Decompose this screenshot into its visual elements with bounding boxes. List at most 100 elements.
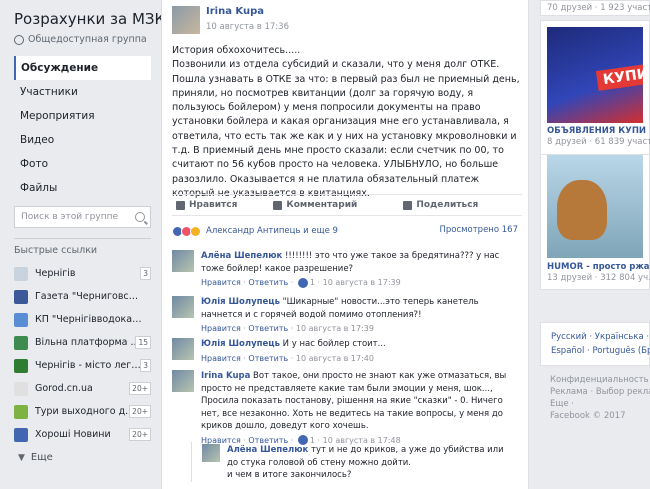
comment-like-link[interactable]: Нравится	[201, 324, 241, 333]
comment-button[interactable]: Комментарий	[273, 200, 357, 210]
share-button[interactable]: Поделиться	[403, 200, 478, 210]
like-badge-icon	[297, 277, 308, 288]
comment-reply-link[interactable]: Ответить	[248, 354, 288, 363]
globe-icon	[14, 34, 24, 45]
search-icon[interactable]	[135, 212, 145, 222]
group-icon	[14, 404, 28, 419]
comment: Юлія Шолупець И у нас бойлер стоит... Нр…	[172, 338, 522, 366]
group-icon	[14, 312, 28, 327]
nav-photos[interactable]: Фото	[14, 152, 151, 176]
comment-avatar[interactable]	[172, 338, 194, 360]
notification-count-badge: 3	[140, 267, 151, 280]
group-search-input[interactable]: Поиск в этой группе	[14, 206, 151, 228]
quick-link-label: Газета "Черниговские ...	[35, 291, 143, 302]
nav-events[interactable]: Мероприятия	[14, 104, 151, 128]
comment-date[interactable]: 10 августа в 17:39	[323, 278, 401, 287]
quick-link-item[interactable]: Хороші Новини 20+	[14, 423, 151, 446]
more-link[interactable]: ▼ Еще	[18, 452, 53, 463]
group-icon	[14, 381, 28, 396]
quick-link-item[interactable]: Тури выходного д... 20+	[14, 400, 151, 423]
post-author[interactable]: Irina Kupa	[206, 6, 264, 17]
like-button[interactable]: Нравится	[176, 200, 237, 210]
comment-author[interactable]: Юлія Шолупець	[201, 339, 280, 349]
views-count: Просмотрено 167	[439, 225, 518, 235]
humor-group-title[interactable]: HUMOR - просто ржа...	[541, 258, 650, 272]
humor-banner-image[interactable]	[547, 155, 643, 258]
nav-videos[interactable]: Видео	[14, 128, 151, 152]
quick-link-item[interactable]: Чернігів - місто легенд 3	[14, 354, 151, 377]
comment-avatar[interactable]	[202, 444, 220, 462]
comment-meta: Нравится · Ответить · 10 августа в 17:40	[201, 353, 374, 363]
nav-files[interactable]: Файлы	[14, 176, 151, 200]
comment-like-link[interactable]: Нравится	[201, 278, 241, 287]
group-title[interactable]: Розрахунки за МЗК	[14, 10, 165, 28]
humor-group-meta: 13 друзей · 312 804 уч...	[547, 273, 650, 283]
notification-count-badge: 3	[140, 359, 151, 372]
reply-thread-line	[191, 442, 192, 482]
suggested-group-ads[interactable]: КУПИ ОБЪЯВЛЕНИЯ КУПИ 8 друзей · 61 839 у…	[540, 20, 650, 155]
left-sidebar: Розрахунки за МЗК Общедоступная группа О…	[0, 0, 165, 489]
comment-reply-link[interactable]: Ответить	[248, 324, 288, 333]
author-avatar[interactable]	[172, 6, 200, 34]
comment-meta: Нравится · Ответить · 1 · 10 августа в 1…	[201, 277, 401, 288]
ad-banner-label: КУПИ	[595, 63, 643, 91]
comment-author[interactable]: Irina Kupa	[201, 371, 250, 381]
comment: Алёна Шепелюк !!!!!!!! это что уже такое…	[172, 250, 522, 290]
language-links[interactable]: Русский · Українська · Бел...	[551, 332, 650, 342]
language-box: Русский · Українська · Бел... Español · …	[540, 322, 650, 366]
group-icon	[14, 427, 28, 442]
comment-author[interactable]: Алёна Шепелюк	[227, 445, 308, 455]
nav-members[interactable]: Участники	[14, 80, 151, 104]
quick-link-label: Gorod.cn.ua	[35, 383, 93, 394]
comment-author[interactable]: Алёна Шепелюк	[201, 251, 282, 261]
bear-image	[557, 180, 607, 240]
quick-link-item[interactable]: Вільна платформа ... 15	[14, 331, 151, 354]
quick-link-label: КП "Чернігівводоканал"	[35, 314, 143, 325]
quick-link-label: Чернігів - місто легенд	[35, 360, 143, 371]
group-icon	[14, 266, 28, 281]
footer-ads[interactable]: Реклама · Выбор реклам...	[550, 386, 650, 398]
comment-date[interactable]: 10 августа в 17:39	[296, 324, 374, 333]
group-icon	[14, 335, 28, 350]
group-icon	[14, 358, 28, 373]
comment-avatar[interactable]	[172, 296, 194, 318]
comment: Юлія Шолупець "Шикарные" новости...это т…	[172, 296, 522, 336]
ad-group-title[interactable]: ОБЪЯВЛЕНИЯ КУПИ	[541, 123, 649, 136]
footer-privacy[interactable]: Конфиденциальность ·	[550, 374, 650, 386]
notification-count-badge: 15	[135, 336, 151, 349]
quick-link-item[interactable]: Газета "Черниговские ...	[14, 285, 151, 308]
quick-link-item[interactable]: КП "Чернігівводоканал"	[14, 308, 151, 331]
comment-avatar[interactable]	[172, 250, 194, 272]
footer-copyright: Facebook © 2017	[550, 411, 626, 421]
quick-link-item[interactable]: Чернігів 3	[14, 262, 151, 285]
comment-like-link[interactable]: Нравится	[201, 354, 241, 363]
quick-link-label: Тури выходного д...	[35, 406, 135, 417]
ad-banner-image[interactable]: КУПИ	[547, 27, 643, 123]
reactions-summary[interactable]: Александр Антипець и еще 9 Просмотрено 1…	[172, 224, 522, 238]
quick-link-label: Вільна платформа ...	[35, 337, 140, 348]
group-nav: Обсуждение Участники Мероприятия Видео Ф…	[14, 56, 151, 200]
comment-date[interactable]: 10 августа в 17:40	[296, 354, 374, 363]
chevron-down-icon: ▼	[18, 452, 25, 463]
notification-count-badge: 20+	[129, 382, 151, 395]
ad-group-meta: 8 друзей · 61 839 участ...	[547, 137, 650, 147]
post-action-bar: Нравится Комментарий Поделиться	[172, 194, 522, 216]
quick-links-list: Чернігів 3 Газета "Черниговские ... КП "Чер…	[14, 262, 151, 446]
quick-link-label: Хороші Новини	[35, 429, 111, 440]
comment-text: И у нас бойлер стоит...	[282, 339, 386, 349]
comment-icon	[273, 200, 283, 210]
group-privacy: Общедоступная группа	[14, 34, 147, 45]
quick-links-heading: Быстрые ссылки	[14, 245, 98, 256]
language-links-2[interactable]: Español · Português (Бра...	[551, 346, 650, 356]
suggested-group-humor[interactable]: HUMOR - просто ржа... 13 друзей · 312 80…	[540, 155, 650, 290]
comment-avatar[interactable]	[172, 370, 194, 392]
notification-count-badge: 20+	[129, 405, 151, 418]
footer-more[interactable]: Еще ·	[550, 398, 574, 410]
nav-discussion[interactable]: Обсуждение	[14, 56, 151, 80]
comment-author[interactable]: Юлія Шолупець	[201, 297, 280, 307]
comment-reply-link[interactable]: Ответить	[248, 278, 288, 287]
comment-meta: Нравится · Ответить · 10 августа в 17:39	[201, 324, 374, 333]
quick-link-item[interactable]: Gorod.cn.ua 20+	[14, 377, 151, 400]
post-date[interactable]: 10 августа в 17:36	[206, 22, 289, 32]
post-card: Irina Kupa 10 августа в 17:36 История об…	[161, 0, 529, 489]
